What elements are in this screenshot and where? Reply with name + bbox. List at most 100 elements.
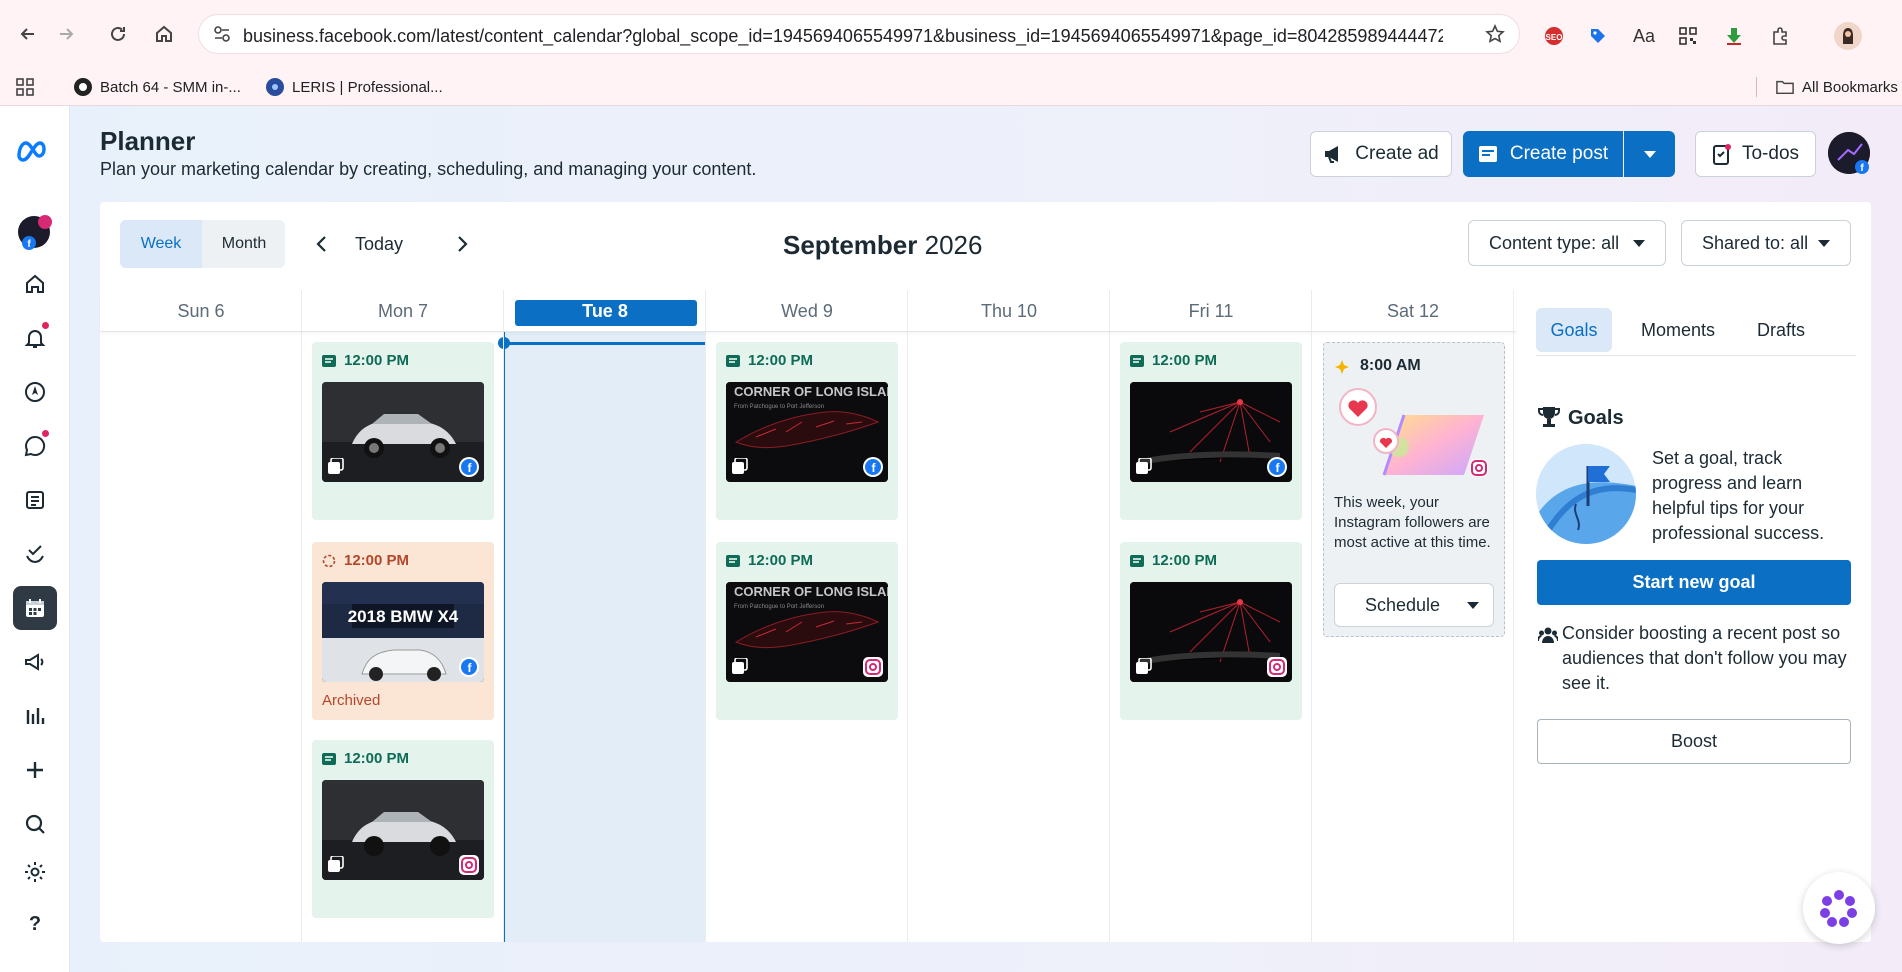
megaphone-icon[interactable]: [13, 640, 57, 684]
insights-icon[interactable]: [13, 694, 57, 738]
help-icon[interactable]: ?: [13, 902, 57, 946]
carousel-icon: [732, 658, 748, 674]
seo-extension-icon[interactable]: SEO: [1542, 24, 1566, 48]
planner-app: f ? Planner Plan your marketing calendar…: [0, 106, 1902, 972]
goals-heading: Goals: [1568, 407, 1624, 429]
scheduled-post-card[interactable]: 12:00 PM CORNER OF LONG ISLAND From Patch…: [716, 342, 898, 520]
best-time-moment-card[interactable]: 8:00 AM This week, your Instagram follow…: [1323, 342, 1505, 637]
compass-icon[interactable]: [13, 370, 57, 414]
carousel-icon: [1136, 458, 1152, 474]
engagement-icon[interactable]: [13, 532, 57, 576]
post-time: 12:00 PM: [748, 352, 814, 369]
create-post-dropdown[interactable]: [1624, 131, 1675, 177]
tab-moments[interactable]: Moments: [1628, 308, 1728, 352]
todos-label: To-dos: [1741, 143, 1800, 164]
github-icon: [74, 78, 92, 96]
create-post-button[interactable]: Create post: [1463, 131, 1623, 177]
page-avatar[interactable]: f: [1828, 132, 1870, 174]
back-icon[interactable]: [14, 20, 42, 48]
ai-assistant-icon[interactable]: [1803, 872, 1875, 944]
scheduled-post-card[interactable]: 12:00 PM CORNER OF LONG ISLAND From Patch…: [716, 542, 898, 720]
instagram-icon: [863, 657, 883, 677]
today-button[interactable]: Today: [344, 220, 414, 268]
url-text: business.facebook.com/latest/content_cal…: [243, 26, 1443, 46]
moment-time: 8:00 AM: [1360, 357, 1421, 374]
extensions-icon[interactable]: [1768, 24, 1792, 48]
apps-grid-icon[interactable]: [16, 68, 34, 106]
scheduled-post-card[interactable]: 12:00 PM f: [1120, 342, 1302, 520]
meta-logo-icon[interactable]: [13, 128, 57, 172]
tab-goals[interactable]: Goals: [1536, 308, 1612, 352]
scheduled-post-card[interactable]: 12:00 PM f: [312, 342, 494, 520]
year: 2026: [924, 230, 983, 260]
start-new-goal-button[interactable]: Start new goal: [1537, 560, 1851, 605]
left-navigation: f ?: [0, 106, 70, 972]
reload-icon[interactable]: [104, 20, 132, 48]
previous-week-icon[interactable]: [310, 232, 334, 256]
notification-dot: [42, 322, 49, 329]
view-toggle: Week Month: [120, 220, 285, 268]
font-extension-icon[interactable]: Aa: [1632, 24, 1656, 48]
day-header-thu[interactable]: Thu 10: [908, 290, 1110, 332]
content-icon[interactable]: [13, 478, 57, 522]
forward-icon[interactable]: [52, 20, 80, 48]
post-time: 12:00 PM: [344, 352, 410, 369]
chevron-down-icon: [1633, 239, 1645, 247]
bookmark-leris[interactable]: LERIS | Professional...: [266, 68, 443, 106]
todos-button[interactable]: To-dos: [1695, 131, 1816, 177]
archived-icon: [322, 554, 336, 567]
month-view-button[interactable]: Month: [203, 220, 285, 268]
qr-extension-icon[interactable]: [1676, 24, 1700, 48]
post-thumbnail: [322, 780, 484, 880]
chevron-down-icon: [1467, 601, 1479, 609]
day-header-fri[interactable]: Fri 11: [1110, 290, 1312, 332]
post-thumbnail: 2018 BMW X4 f: [322, 582, 484, 682]
post-time: 12:00 PM: [344, 552, 410, 569]
gear-icon[interactable]: [13, 850, 57, 894]
archived-post-card[interactable]: 12:00 PM 2018 BMW X4 f Archived: [312, 542, 494, 720]
calendar-panel: Week Month Today September 2026 Content …: [100, 202, 1871, 942]
download-extension-icon[interactable]: [1722, 24, 1746, 48]
schedule-button[interactable]: Schedule: [1334, 583, 1494, 627]
scheduled-post-card[interactable]: 12:00 PM: [1120, 542, 1302, 720]
notifications-bell-icon[interactable]: [13, 316, 57, 360]
carousel-icon: [1136, 658, 1152, 674]
megaphone-icon: [1325, 146, 1339, 163]
calendar-icon[interactable]: [13, 586, 57, 630]
day-header-sun[interactable]: Sun 6: [100, 290, 302, 332]
week-day-header: Sun 6 Mon 7 Tue 8 Wed 9 Thu 10 Fri 11 Sa…: [100, 290, 1516, 332]
home-icon[interactable]: [13, 262, 57, 306]
scheduled-post-card[interactable]: 12:00 PM: [312, 740, 494, 918]
create-ad-button[interactable]: Create ad: [1310, 131, 1452, 177]
thumb-title: CORNER OF LONG ISLAND: [734, 384, 888, 399]
bookmark-batch64[interactable]: Batch 64 - SMM in-...: [74, 68, 241, 106]
tag-extension-icon[interactable]: [1586, 24, 1610, 48]
next-week-icon[interactable]: [450, 232, 474, 256]
account-avatar[interactable]: f: [13, 210, 57, 254]
day-header-sat[interactable]: Sat 12: [1312, 290, 1514, 332]
day-header-wed[interactable]: Wed 9: [706, 290, 908, 332]
tab-drafts[interactable]: Drafts: [1740, 308, 1822, 352]
profile-avatar[interactable]: [1834, 22, 1862, 50]
star-icon[interactable]: [1485, 24, 1505, 44]
all-bookmarks[interactable]: All Bookmarks: [1776, 68, 1898, 106]
shared-to-filter[interactable]: Shared to: all: [1681, 220, 1851, 266]
create-ad-label: Create ad: [1355, 143, 1439, 164]
content-type-filter[interactable]: Content type: all: [1468, 220, 1666, 266]
day-header-tue[interactable]: Tue 8: [504, 290, 706, 332]
archived-status: Archived: [322, 692, 381, 709]
site-info-icon[interactable]: [213, 25, 231, 43]
address-bar[interactable]: business.facebook.com/latest/content_cal…: [198, 14, 1520, 54]
search-icon[interactable]: [13, 802, 57, 846]
instagram-icon: [1267, 657, 1287, 677]
day-header-mon[interactable]: Mon 7: [302, 290, 504, 332]
home-icon[interactable]: [150, 20, 178, 48]
chat-icon[interactable]: [13, 424, 57, 468]
facebook-icon: f: [459, 657, 479, 677]
post-thumbnail: CORNER OF LONG ISLAND From Patchogue to P…: [726, 582, 888, 682]
plus-icon[interactable]: [13, 748, 57, 792]
facebook-icon: f: [1267, 457, 1287, 477]
week-view-button[interactable]: Week: [120, 220, 202, 268]
notification-dot: [42, 430, 49, 437]
boost-button[interactable]: Boost: [1537, 719, 1851, 764]
